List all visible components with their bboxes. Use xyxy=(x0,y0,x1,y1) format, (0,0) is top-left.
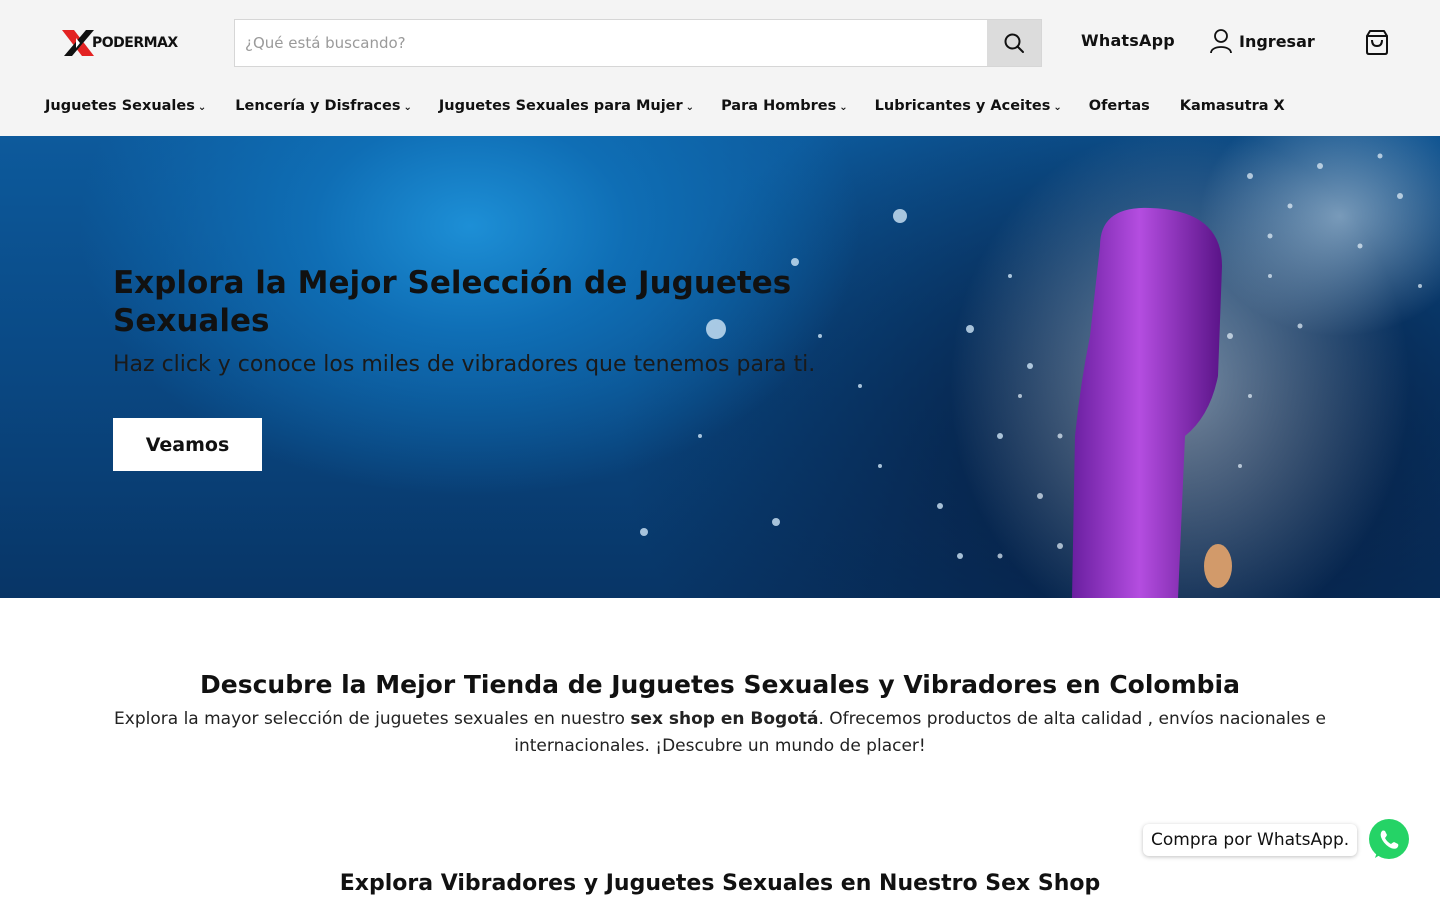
cart-button[interactable] xyxy=(1362,27,1392,57)
nav-item-kamasutra-x[interactable]: Kamasutra X xyxy=(1180,98,1285,114)
whatsapp-link[interactable]: WhatsApp xyxy=(1081,31,1175,50)
nav-item-lubricantes-aceites[interactable]: Lubricantes y Aceites ⌄ xyxy=(875,98,1062,114)
site-logo[interactable]: PODERMAX xyxy=(60,28,212,58)
user-icon xyxy=(1210,29,1232,54)
search-button[interactable] xyxy=(987,20,1041,66)
nav-item-ofertas[interactable]: Ofertas xyxy=(1089,98,1150,114)
logo-wordmark: PODERMAX xyxy=(92,35,178,51)
chevron-down-icon: ⌄ xyxy=(839,102,848,113)
search-input[interactable] xyxy=(235,20,987,66)
site-header: PODERMAX WhatsApp Ingresar Juguetes Sexu… xyxy=(0,0,1440,136)
shopping-bag-icon xyxy=(1366,30,1388,55)
chevron-down-icon: ⌄ xyxy=(685,102,695,113)
nav-item-lenceria-disfraces[interactable]: Lencería y Disfraces ⌄ xyxy=(235,98,412,114)
intro-text-bold-link: sex shop en Bogotá xyxy=(630,709,819,729)
chevron-down-icon: ⌄ xyxy=(197,102,207,113)
intro-text: Explora la mayor selección de juguetes s… xyxy=(114,709,1326,756)
search-icon xyxy=(1004,33,1024,53)
whatsapp-icon[interactable] xyxy=(1367,818,1411,862)
login-link[interactable]: Ingresar xyxy=(1209,28,1315,54)
hero-banner: Explora la Mejor Selección de Juguetes S… xyxy=(0,136,1440,598)
x-logo-icon xyxy=(62,30,94,56)
hero-title: Explora la Mejor Selección de Juguetes S… xyxy=(113,265,792,339)
search-bar xyxy=(234,19,1042,67)
veamos-button[interactable]: Veamos xyxy=(113,418,262,471)
nav-item-juguetes-sexuales[interactable]: Juguetes Sexuales ⌄ xyxy=(45,98,206,114)
nav-item-juguetes-mujer[interactable]: Juguetes Sexuales para Mujer ⌄ xyxy=(439,98,694,114)
hero-subtitle: Haz click y conoce los miles de vibrador… xyxy=(113,352,816,377)
whatsapp-float-widget[interactable]: Compra por WhatsApp. xyxy=(1143,818,1411,862)
main-nav: Juguetes Sexuales ⌄ Lencería y Disfraces ⌄… xyxy=(45,93,1285,119)
nav-item-para-hombres[interactable]: Para Hombres ⌄ xyxy=(721,98,848,114)
chevron-down-icon: ⌄ xyxy=(403,102,412,113)
whatsapp-float-label[interactable]: Compra por WhatsApp. xyxy=(1143,824,1358,856)
intro-title: Descubre la Mejor Tienda de Juguetes Sex… xyxy=(200,670,1240,699)
section-title: Explora Vibradores y Juguetes Sexuales e… xyxy=(339,871,1101,896)
login-label: Ingresar xyxy=(1239,31,1315,51)
chevron-down-icon: ⌄ xyxy=(1053,102,1062,113)
